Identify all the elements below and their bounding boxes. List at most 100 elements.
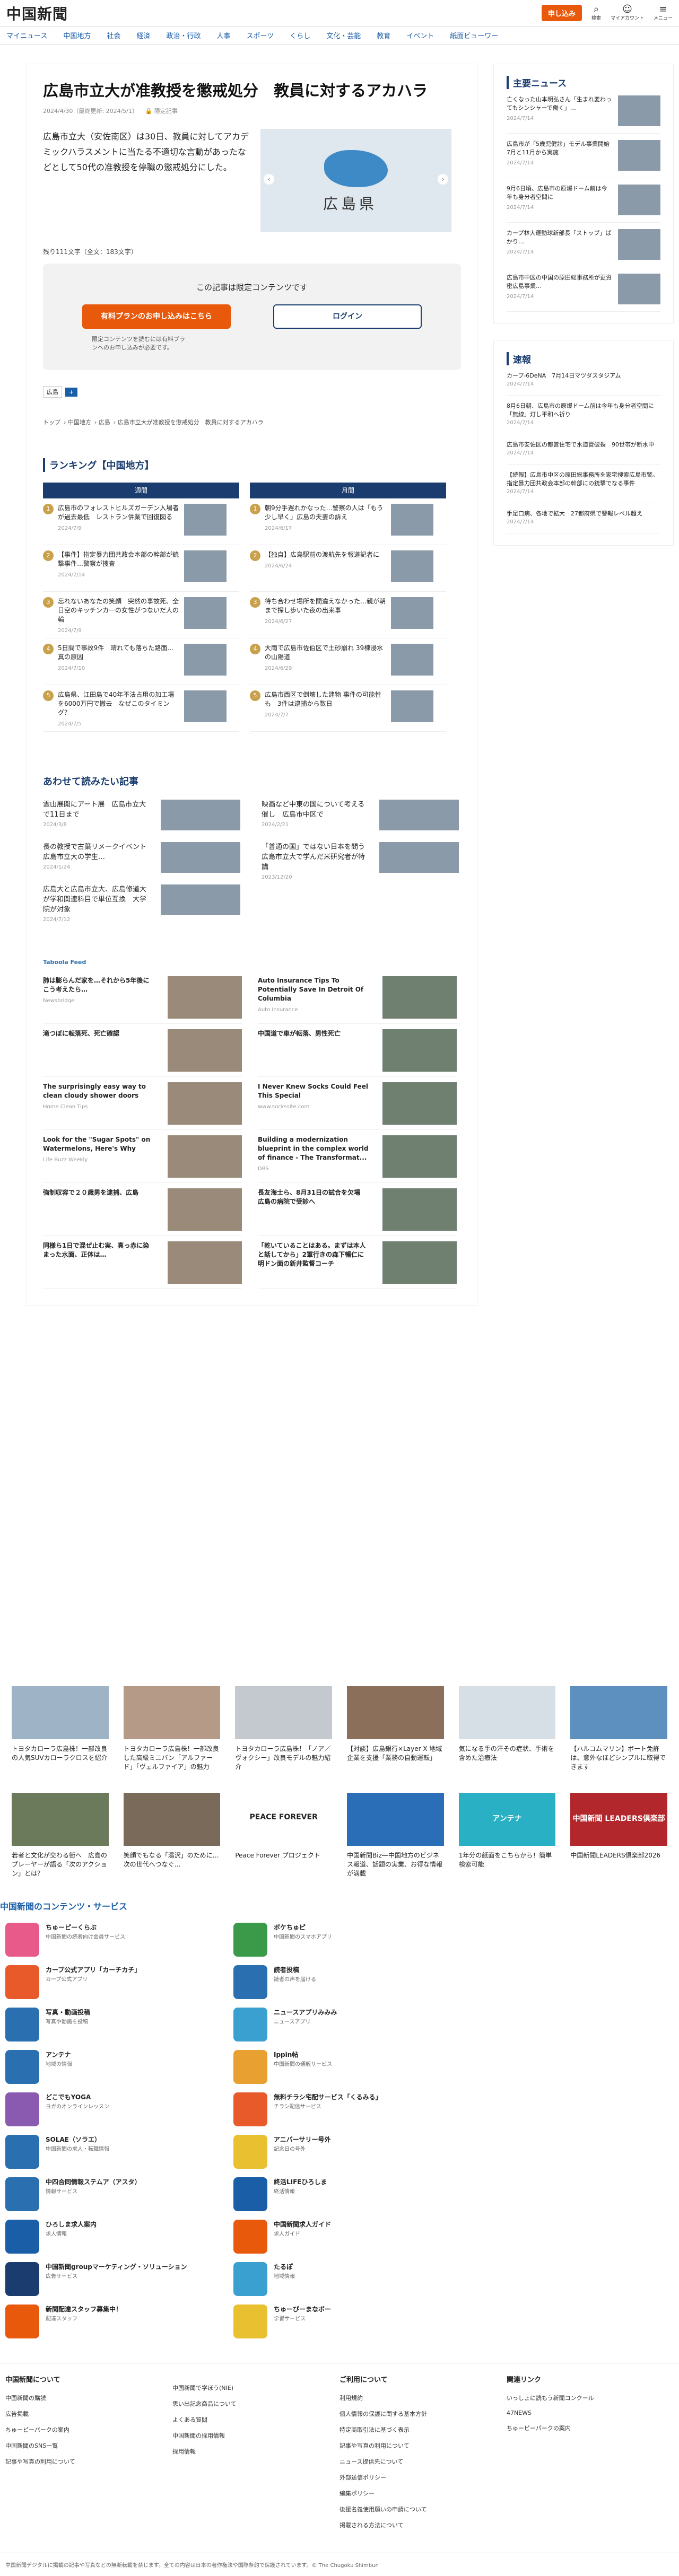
service-item[interactable]: ひろしま求人案内 求人情報 bbox=[5, 2220, 233, 2262]
sponsored-thumbnail[interactable] bbox=[168, 1082, 242, 1125]
related-thumbnail[interactable] bbox=[161, 842, 240, 873]
banner-item[interactable]: トヨタカローラ広島株！一部改良した高級ミニバン「アルファード」「ヴェルファイア」… bbox=[123, 1686, 221, 1772]
service-item[interactable]: ボケちゅピ 中国新聞のスマホアプリ bbox=[233, 1923, 462, 1965]
sponsored-thumbnail[interactable] bbox=[382, 1188, 457, 1231]
sponsored-thumbnail[interactable] bbox=[382, 1082, 457, 1125]
related-item[interactable]: 長の教授で古葉リメークイベント広島市立大の学生… 2024/1/24 bbox=[43, 842, 240, 879]
banner-image[interactable]: アンテナ bbox=[458, 1793, 556, 1846]
banner-image[interactable] bbox=[235, 1686, 333, 1739]
banner-item[interactable]: 気になる手の汗その症状、手術を含めた治療法 bbox=[458, 1686, 556, 1772]
sponsored-item[interactable]: 「乾いていることはある。まずは本人と話してから」2軍行きの森下暢仁に明ドン面の新… bbox=[258, 1236, 457, 1289]
flash-news-item[interactable]: 手足口病、各地で拡大 27都府県で警報レベル超え 2024/7/14 bbox=[507, 503, 660, 533]
login-button[interactable]: ログイン bbox=[273, 304, 422, 329]
follow-tag-plus-icon[interactable]: + bbox=[65, 387, 78, 397]
banner-image[interactable]: 中国新聞 LEADERS倶楽部 bbox=[570, 1793, 668, 1846]
ranking-thumbnail[interactable] bbox=[391, 644, 433, 676]
service-item[interactable]: アンテナ 地域の情報 bbox=[5, 2050, 233, 2092]
service-item[interactable]: ニュースアプリみみみ ニュースアプリ bbox=[233, 2008, 462, 2050]
breadcrumb-item[interactable]: 中国地方 bbox=[68, 419, 91, 426]
footer-link[interactable]: 中国新聞で学ぼう(NIE) bbox=[172, 2384, 340, 2392]
ranking-item[interactable]: 2 【事件】指定暴力団共政会本部の幹部が銃撃事件…警察が捜査 2024/7/14 bbox=[43, 545, 239, 592]
footer-link[interactable]: 中国新聞のSNS一覧 bbox=[5, 2441, 172, 2450]
service-item[interactable]: ちゅーぴーまなボー 学習サービス bbox=[233, 2305, 462, 2347]
related-item[interactable]: 広島大と広島市立大、広島修道大が学和関連科目で単位互換 大学院が対象 2024/7… bbox=[43, 884, 240, 923]
ranking-thumbnail[interactable] bbox=[184, 550, 227, 582]
subscribe-button[interactable]: 有料プランのお申し込みはこちら bbox=[82, 304, 231, 329]
service-item[interactable]: 読者投稿 読者の声を届ける bbox=[233, 1965, 462, 2008]
service-item[interactable]: どこでもYOGA ヨガのオンラインレッスン bbox=[5, 2092, 233, 2135]
main-news-thumbnail[interactable] bbox=[618, 95, 660, 126]
footer-link[interactable]: 編集ポリシー bbox=[340, 2489, 507, 2498]
nav-item[interactable]: 人事 bbox=[216, 30, 230, 40]
sponsored-item[interactable]: 長友海士ら、8月31日の試合を欠場 広島の病院で受診へ bbox=[258, 1183, 457, 1236]
ranking-thumbnail[interactable] bbox=[391, 550, 433, 582]
ranking-item[interactable]: 1 朝9分手遅れかなった…警察の人は「もう少し早く」広島の夫妻の訴え 2024/6/… bbox=[250, 498, 446, 545]
sponsored-item[interactable]: Auto Insurance Tips To Potentially Save … bbox=[258, 971, 457, 1024]
related-thumbnail[interactable] bbox=[379, 842, 459, 873]
service-item[interactable]: 新聞配達スタッフ募集中！ 配達スタッフ bbox=[5, 2305, 233, 2347]
flash-news-title[interactable]: 速報 bbox=[507, 352, 660, 365]
footer-link[interactable]: 思い出記念商品について bbox=[172, 2399, 340, 2408]
banner-item[interactable]: 笑顔でもなる「湯沢」のために…次の世代へつなぐ… bbox=[123, 1793, 221, 1878]
sponsored-item[interactable]: Look for the "Sugar Spots" on Watermelon… bbox=[43, 1130, 242, 1183]
footer-link[interactable]: ニュース提供先について bbox=[340, 2457, 507, 2466]
sponsored-item[interactable]: The surprisingly easy way to clean cloud… bbox=[43, 1077, 242, 1130]
sponsored-item[interactable]: 強制収容で２０歳男を逮捕、広島 bbox=[43, 1183, 242, 1236]
ranking-thumbnail[interactable] bbox=[184, 504, 227, 536]
footer-link[interactable]: 特定商取引法に基づく表示 bbox=[340, 2425, 507, 2434]
footer-link[interactable]: ちゅーピーパークの案内 bbox=[5, 2425, 172, 2434]
ranking-item[interactable]: 3 忘れないあなたの笑顔 突然の事故死、全日空のキッチンカーの女性がつないだ人の輪… bbox=[43, 592, 239, 638]
main-news-item[interactable]: 亡くなった山本明弘さん「生まれ変わってもシンシャーで働く」… 2024/7/14 bbox=[507, 89, 660, 134]
sponsored-thumbnail[interactable] bbox=[382, 1029, 457, 1072]
banner-image[interactable] bbox=[123, 1686, 221, 1739]
banner-item[interactable]: アンテナ 1年分の紙面をこちらから！簡単検索可能 bbox=[458, 1793, 556, 1878]
footer-link[interactable]: 外部送信ポリシー bbox=[340, 2473, 507, 2482]
footer-link[interactable]: ちゅーピーパークの案内 bbox=[507, 2424, 674, 2432]
sponsored-item[interactable]: 中国道で車が転落、男性死亡 bbox=[258, 1024, 457, 1077]
sponsored-thumbnail[interactable] bbox=[168, 976, 242, 1019]
footer-link[interactable]: 記事や写真の利用について bbox=[340, 2441, 507, 2450]
banner-image[interactable] bbox=[12, 1793, 109, 1846]
banner-item[interactable]: トヨタカローラ広島株！「ノア／ヴォクシー」改良モデルの魅力紹介 bbox=[235, 1686, 333, 1772]
ranking-thumbnail[interactable] bbox=[391, 504, 433, 536]
related-thumbnail[interactable] bbox=[161, 884, 240, 915]
nav-item[interactable]: 中国地方 bbox=[63, 30, 91, 40]
ranking-item[interactable]: 3 待ち合わせ場所を間違えなかった…親が朝まで探し歩いた夜の出来事 2024/6/2… bbox=[250, 592, 446, 638]
flash-news-item[interactable]: 広島市安佐区の都営住宅で水道管破裂 90世帯が断水中 2024/7/14 bbox=[507, 434, 660, 465]
related-thumbnail[interactable] bbox=[379, 800, 459, 830]
related-item[interactable]: 霊山展開にアート展 広島市立大で11日まで 2024/3/8 bbox=[43, 800, 240, 837]
ranking-thumbnail[interactable] bbox=[391, 597, 433, 629]
sponsored-item[interactable]: 滝つぼに転落死、死亡確認 bbox=[43, 1024, 242, 1077]
main-news-thumbnail[interactable] bbox=[618, 274, 660, 304]
sponsored-thumbnail[interactable] bbox=[168, 1029, 242, 1072]
tab-weekly[interactable]: 週間 bbox=[43, 483, 239, 498]
main-news-title[interactable]: 主要ニュース bbox=[507, 76, 660, 89]
search-button[interactable]: ⌕ 検索 bbox=[591, 5, 601, 22]
nav-item[interactable]: イベント bbox=[406, 30, 434, 40]
article-image[interactable]: 広島県 ‹ › bbox=[260, 129, 451, 232]
footer-link[interactable]: 中国新聞の採用情報 bbox=[172, 2431, 340, 2440]
banner-item[interactable]: 中国新聞Biz―中国地方のビジネス報道、話題の実業、お得な情報が満載 bbox=[347, 1793, 444, 1878]
sponsored-thumbnail[interactable] bbox=[168, 1188, 242, 1231]
footer-link[interactable]: いっしょに読もう新聞コンクール bbox=[507, 2394, 674, 2402]
main-news-item[interactable]: 広島市が「5歳児健診」モデル事業開始 7月と11月から実施 2024/7/14 bbox=[507, 134, 660, 178]
footer-link[interactable]: 後援名義使用願いの申請について bbox=[340, 2505, 507, 2513]
flash-news-item[interactable]: 8月6日朝、広島市の原爆ドーム前は今年も身分者空間に「無線」灯し平和へ祈り 202… bbox=[507, 396, 660, 434]
nav-item[interactable]: 文化・芸能 bbox=[326, 30, 361, 40]
service-item[interactable]: SOLAE（ソラエ） 中国新聞の求人・転職情報 bbox=[5, 2135, 233, 2177]
banner-item[interactable]: 【ハルコムマリン】ボート免許は、意外なほどシンプルに取得できます bbox=[570, 1686, 668, 1772]
main-news-thumbnail[interactable] bbox=[618, 140, 660, 171]
footer-link[interactable]: 掲載される方法について bbox=[340, 2521, 507, 2529]
sponsored-item[interactable]: 同様ら1日で混ぜ止む実、真っ赤に染まった水面、正体は… bbox=[43, 1236, 242, 1289]
footer-link[interactable]: 利用規約 bbox=[340, 2394, 507, 2402]
banner-image[interactable] bbox=[570, 1686, 668, 1739]
footer-link[interactable]: 個人情報の保護に関する基本方針 bbox=[340, 2409, 507, 2418]
ranking-item[interactable]: 1 広島市のフォレストヒルズガーデン入場者が過去最低 レストラン併業で回復図る 20… bbox=[43, 498, 239, 545]
ranking-thumbnail[interactable] bbox=[184, 597, 227, 629]
banner-image[interactable] bbox=[12, 1686, 109, 1739]
nav-item[interactable]: スポーツ bbox=[246, 30, 274, 40]
main-news-item[interactable]: 9月6日頃、広島市の原爆ドーム前は今年も身分者空間に 2024/7/14 bbox=[507, 178, 660, 223]
tab-monthly[interactable]: 月間 bbox=[250, 483, 446, 498]
sponsored-thumbnail[interactable] bbox=[168, 1135, 242, 1178]
main-news-item[interactable]: カープ林大運動球新部長「ストップ」ばかり… 2024/7/14 bbox=[507, 223, 660, 267]
